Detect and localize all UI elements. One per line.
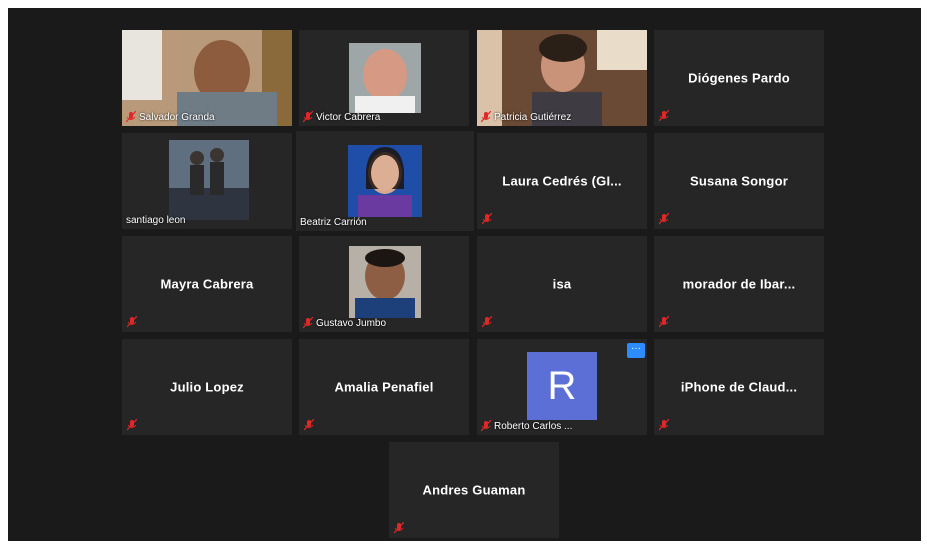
participant-label: Beatriz Carrión [300,217,367,228]
participant-tile-isa[interactable]: isa [477,236,647,332]
participant-tile-laura-cedres[interactable]: Laura Cedrés (GI... [477,133,647,229]
participant-name: Susana Songor [690,173,788,189]
participant-video [296,131,474,231]
participant-name: iPhone de Claud... [680,379,798,395]
participant-name: Diógenes Pardo [688,70,790,86]
participant-label: Roberto Carlos ... [481,420,572,432]
participant-name: Patricia Gutiérrez [494,111,572,123]
muted-mic-icon [304,419,314,431]
participant-tile-beatriz-carrion[interactable]: Beatriz Carrión [296,131,474,231]
muted-mic-icon [394,522,404,534]
participant-label: Victor Cabrera [303,111,380,123]
more-options-icon[interactable]: ··· [627,343,645,358]
muted-mic-icon [659,110,669,122]
participant-tile-mayra-cabrera[interactable]: Mayra Cabrera [122,236,292,332]
participant-name: Roberto Carlos ... [494,420,573,432]
participant-tile-susana-songor[interactable]: Susana Songor [654,133,824,229]
participant-tile-morador-de-ibar[interactable]: morador de Ibar... [654,236,824,332]
participant-name: morador de Ibar... [682,276,796,292]
muted-mic-icon [127,316,137,328]
muted-mic-icon [481,420,491,432]
participant-name: Salvador Granda [139,111,215,123]
participant-tile-amalia-penafiel[interactable]: Amalia Penafiel [299,339,469,435]
participant-tile-patricia-gutierrez[interactable]: Patricia Gutiérrez [477,30,647,126]
participant-name: Beatriz Carrión [300,217,367,228]
muted-mic-icon [659,213,669,225]
participant-tile-iphone-de-claud[interactable]: iPhone de Claud... [654,339,824,435]
participant-label: Gustavo Jumbo [303,317,386,329]
participant-label: Patricia Gutiérrez [481,111,571,123]
muted-mic-icon [482,213,492,225]
participant-name: Gustavo Jumbo [316,317,387,329]
participant-tile-salvador-granda[interactable]: Salvador Granda [122,30,292,126]
muted-mic-icon [659,316,669,328]
participant-tile-santiago-leon[interactable]: santiago leon [122,133,292,229]
participant-label: santiago leon [126,215,186,226]
participant-name: Julio Lopez [170,379,244,395]
participant-tile-julio-lopez[interactable]: Julio Lopez [122,339,292,435]
avatar: R [527,352,597,420]
participant-name: Mayra Cabrera [160,276,254,292]
muted-mic-icon [126,111,136,123]
participant-name: Andres Guaman [422,482,526,498]
participant-name: santiago leon [126,215,186,226]
participant-name: Laura Cedrés (GI... [502,173,622,189]
participant-tile-andres-guaman[interactable]: Andres Guaman [389,442,559,538]
muted-mic-icon [481,111,491,123]
muted-mic-icon [659,419,669,431]
muted-mic-icon [127,419,137,431]
muted-mic-icon [482,316,492,328]
muted-mic-icon [303,111,313,123]
participant-label: Salvador Granda [126,111,215,123]
participant-name: isa [552,276,572,292]
participant-tile-gustavo-jumbo[interactable]: Gustavo Jumbo [299,236,469,332]
participant-tile-roberto-carlos[interactable]: R Roberto Carlos ... [477,339,647,435]
participant-name: Amalia Penafiel [334,379,434,395]
participant-name: Victor Cabrera [316,111,381,123]
participant-tile-victor-cabrera[interactable]: Victor Cabrera [299,30,469,126]
muted-mic-icon [303,317,313,329]
participant-tile-diogenes-pardo[interactable]: Diógenes Pardo [654,30,824,126]
